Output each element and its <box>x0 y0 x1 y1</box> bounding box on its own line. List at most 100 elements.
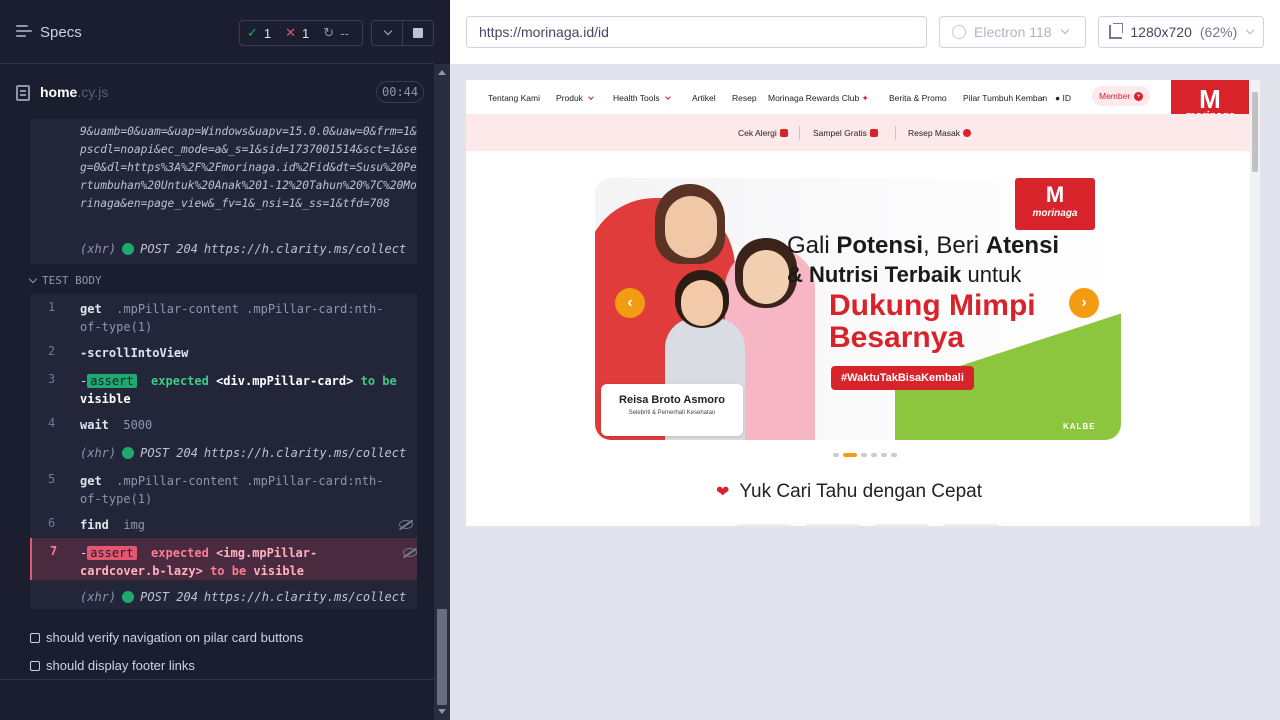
command-number: 5 <box>48 472 56 486</box>
aut-toolbar: https://morinaga.id/id Electron 118 1280… <box>450 0 1280 64</box>
nav-label: Morinaga Rewards Club <box>768 93 860 103</box>
xhr-log-row[interactable]: (xhr) POST 204 https://h.clarity.ms/coll… <box>80 444 406 462</box>
assert-expected: expected <box>151 374 209 388</box>
plus-icon: + <box>1134 91 1144 101</box>
gift-icon <box>869 129 878 137</box>
command-number: 7 <box>50 544 58 558</box>
quick-link-label: Sampel Gratis <box>813 128 867 138</box>
headline-part: Atensi <box>985 232 1060 259</box>
nav-artikel[interactable]: Artikel <box>692 93 716 103</box>
carousel-dot[interactable] <box>861 453 867 457</box>
pillar-card-top <box>736 524 792 526</box>
url-field[interactable]: https://morinaga.id/id <box>466 16 927 48</box>
specs-list-icon[interactable] <box>16 25 32 39</box>
x-icon: ✕ <box>285 25 297 40</box>
carousel-dot[interactable] <box>833 453 839 457</box>
carousel-dot[interactable] <box>891 453 897 457</box>
scroll-up-icon[interactable] <box>438 70 446 75</box>
test-body-toggle[interactable]: TEST BODY <box>28 274 102 287</box>
test-body-commands: 1 get .mpPillar-content .mpPillar-card:n… <box>30 294 417 609</box>
section-title: ❤ Yuk Cari Tahu dengan Cepat <box>716 481 982 503</box>
test-body-label: TEST BODY <box>42 274 102 287</box>
test-title: should verify navigation on pilar card b… <box>46 630 304 645</box>
banner-logo: M morinaga <box>1015 178 1095 230</box>
command-number: 1 <box>48 300 56 314</box>
banner-headline-3: Dukung Mimpi Besarnya <box>829 289 1036 354</box>
status-dot-icon <box>122 591 135 603</box>
command-args: .mpPillar-content .mpPillar-card:nth-of-… <box>80 474 384 506</box>
assert-badge: assert <box>87 546 137 560</box>
test-item[interactable]: should display footer links <box>30 658 195 673</box>
test-item[interactable]: should verify navigation on pilar card b… <box>30 630 303 645</box>
stop-icon <box>413 28 423 38</box>
command-args: img <box>123 518 146 532</box>
status-dot-icon <box>122 243 135 255</box>
carousel-next-button[interactable]: › <box>1069 288 1099 318</box>
nav-resep[interactable]: Resep <box>732 93 757 103</box>
quick-links-bar: Cek Alergi Sampel Gratis Resep Masak <box>466 114 1250 151</box>
spec-file-basename: home <box>40 84 78 100</box>
aut-panel: https://morinaga.id/id Electron 118 1280… <box>450 0 1280 720</box>
app-under-test-frame: Tentang Kami Produk Health Tools Artikel… <box>466 80 1260 526</box>
xhr-url: https://h.clarity.ms/collect <box>203 590 407 604</box>
eye-slash-icon[interactable] <box>399 520 413 529</box>
quick-link-cek-alergi[interactable]: Cek Alergi <box>738 128 788 138</box>
spec-file-ext: .cy.js <box>77 84 109 100</box>
stop-button[interactable] <box>403 21 433 45</box>
command-number: 2 <box>48 344 56 358</box>
command-name: get <box>80 474 102 488</box>
xhr-log-row[interactable]: (xhr) POST 204 https://h.clarity.ms/coll… <box>80 588 406 606</box>
passed-stat: ✓ 1 <box>240 25 278 41</box>
nav-health-tools[interactable]: Health Tools <box>613 93 671 103</box>
nav-berita-promo[interactable]: Berita & Promo <box>889 93 947 103</box>
quick-link-sampel-gratis[interactable]: Sampel Gratis <box>813 128 878 138</box>
nav-label: Health Tools <box>613 93 660 103</box>
file-icon <box>16 85 30 101</box>
specs-label[interactable]: Specs <box>40 24 82 41</box>
carousel-dot[interactable] <box>881 453 887 457</box>
pillar-card-top <box>874 524 930 526</box>
nav-pilar-tumbuh[interactable]: Pilar Tumbuh Kemban <box>963 93 1047 103</box>
assert-badge: assert <box>87 374 137 388</box>
pending-count: -- <box>340 25 349 41</box>
search-icon[interactable]: ⌕ <box>1040 93 1045 104</box>
xhr-log-row[interactable]: (xhr) POST 204 https://h.clarity.ms/coll… <box>80 240 406 258</box>
carousel-prev-button[interactable]: ‹ <box>615 288 645 318</box>
xhr-label: (xhr) <box>80 590 117 604</box>
command-name: find <box>80 518 109 532</box>
passed-count: 1 <box>263 25 272 41</box>
quick-link-label: Cek Alergi <box>738 128 777 138</box>
banner-hashtag: #WaktuTakBisaKembali <box>831 366 974 390</box>
pending-stat: ↻ -- <box>316 25 356 41</box>
failed-command-row[interactable]: 7 - assert expected <img.mpPillar-cardcov… <box>30 538 417 580</box>
caption-role: Selebriti & Pemerhati Kesehatan <box>628 410 716 416</box>
carousel-dot-active[interactable] <box>843 453 857 457</box>
spec-file-name[interactable]: home.cy.js <box>40 84 108 100</box>
aut-scrollbar[interactable] <box>1250 80 1260 526</box>
nav-rewards-club[interactable]: Morinaga Rewards Club ✦ <box>768 93 869 104</box>
banner-photo-girl-face <box>743 250 789 304</box>
chevron-down-icon <box>664 94 671 100</box>
xhr-url: https://h.clarity.ms/collect <box>203 446 407 460</box>
nav-produk[interactable]: Produk <box>556 93 594 103</box>
carousel-dot[interactable] <box>871 453 877 457</box>
scrollbar-thumb[interactable] <box>1252 92 1258 172</box>
command-number: 4 <box>48 416 56 430</box>
pending-icon: ↻ <box>323 25 335 40</box>
language-select[interactable]: ● ID <box>1055 93 1071 103</box>
pillar-card-top <box>805 524 861 526</box>
viewport-selector[interactable]: 1280x720 (62%) <box>1098 16 1264 48</box>
expand-button[interactable] <box>372 21 403 45</box>
reporter-scrollbar[interactable] <box>434 64 450 720</box>
browser-selector[interactable]: Electron 118 <box>939 16 1086 48</box>
quick-link-resep-masak[interactable]: Resep Masak <box>908 128 971 138</box>
scroll-down-icon[interactable] <box>438 709 446 714</box>
hero-banner[interactable]: Reisa Broto Asmoro Selebriti & Pemerhati… <box>595 178 1121 440</box>
run-controls <box>371 20 434 46</box>
eye-slash-icon[interactable] <box>403 548 417 557</box>
scrollbar-thumb[interactable] <box>437 609 447 705</box>
nav-tentang-kami[interactable]: Tentang Kami <box>488 93 540 103</box>
sparkle-icon: ✦ <box>861 93 869 103</box>
member-button[interactable]: Member + <box>1092 86 1151 106</box>
banner-headline-2: & Nutrisi Terbaik untuk <box>787 262 1021 288</box>
